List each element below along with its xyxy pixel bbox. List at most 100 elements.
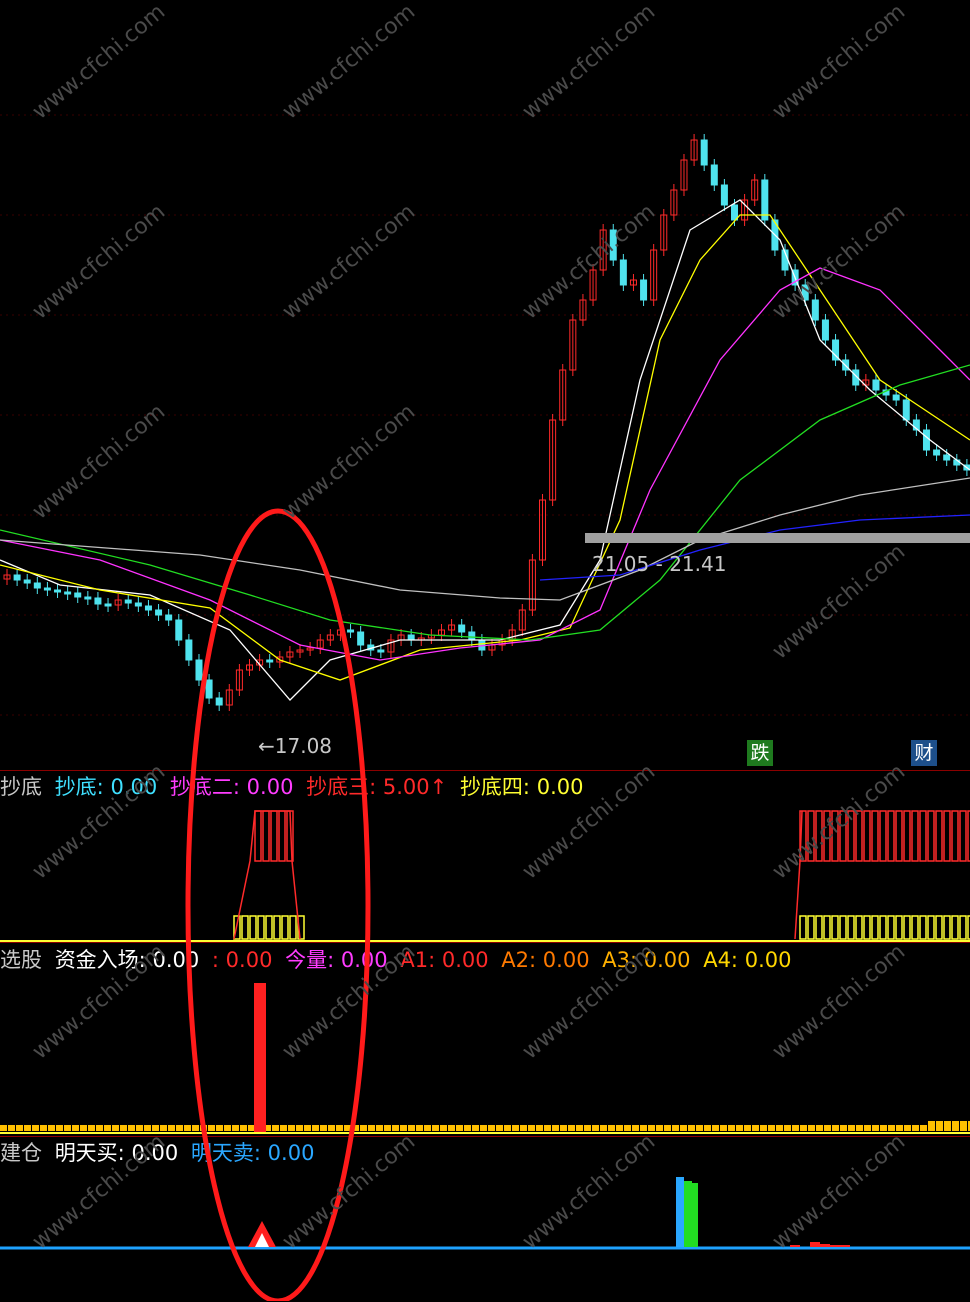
- chaodi-indicator-panel[interactable]: 抄底 抄底: 0.00 抄底二: 0.00 抄底三: 5.00↑ 抄底四: 0.…: [0, 770, 970, 943]
- volume-bar: [864, 1125, 871, 1131]
- volume-bar: [72, 1125, 79, 1131]
- xuangu-indicator-panel[interactable]: 选股 资金入场: 0.00 : 0.00 今量: 0.00 A1: 0.00 A…: [0, 942, 970, 1137]
- volume-bar: [584, 1125, 591, 1131]
- volume-bar: [80, 1125, 87, 1131]
- signal-bar: [847, 810, 855, 862]
- signal-bar: [863, 915, 871, 940]
- signal-bar: [919, 915, 927, 940]
- volume-bar: [952, 1121, 959, 1131]
- candle-body: [609, 229, 617, 261]
- signal-bar: [879, 915, 887, 940]
- capital-volume-histogram: [0, 983, 970, 1134]
- candle-body: [175, 619, 183, 641]
- signal-bar: [959, 915, 967, 940]
- candle-body: [458, 624, 466, 633]
- signal-bar: [855, 810, 863, 862]
- volume-bar: [872, 1125, 879, 1131]
- volume-bar: [800, 1125, 807, 1131]
- volume-bar: [408, 1125, 415, 1131]
- signal-bar: [262, 810, 270, 862]
- signal-bar: [249, 915, 257, 940]
- signal-bar: [879, 810, 887, 862]
- signal-bar: [951, 915, 959, 940]
- volume-bar: [808, 1125, 815, 1131]
- minor-bar: [810, 1242, 820, 1247]
- volume-bar: [120, 1125, 127, 1131]
- volume-bar: [424, 1125, 431, 1131]
- volume-bar: [920, 1125, 927, 1131]
- volume-bar: [136, 1125, 143, 1131]
- volume-bar: [552, 1125, 559, 1131]
- candle-body: [205, 679, 213, 699]
- volume-bar: [736, 1125, 743, 1131]
- signal-bar: [943, 915, 951, 940]
- volume-bar: [696, 1125, 703, 1131]
- signal-bar: [799, 915, 807, 940]
- candle-body: [43, 587, 51, 591]
- candle-body: [720, 184, 728, 206]
- signal-outline: [794, 810, 803, 940]
- volume-bar: [832, 1125, 839, 1131]
- volume-bar: [592, 1125, 599, 1131]
- event-tag-cai[interactable]: 财: [911, 740, 937, 766]
- minor-bar: [830, 1245, 840, 1247]
- volume-bar: [200, 1125, 207, 1131]
- volume-bar: [0, 1125, 7, 1131]
- candle-body: [54, 589, 62, 593]
- signal-bar: [863, 810, 871, 862]
- candle-body: [165, 614, 173, 621]
- volume-bar: [32, 1125, 39, 1131]
- event-tag-die[interactable]: 跌: [747, 740, 773, 766]
- volume-bar: [504, 1125, 511, 1131]
- volume-bar: [168, 1125, 175, 1131]
- candle-body: [640, 279, 648, 301]
- signal-bar: [911, 915, 919, 940]
- volume-bar: [624, 1125, 631, 1131]
- jiancang-indicator-panel[interactable]: 建仓 明天买: 0.00 明天卖: 0.00: [0, 1136, 970, 1302]
- volume-bar: [8, 1125, 15, 1131]
- main-price-chart[interactable]: ←17.08 21.05 - 21.41 跌 财: [0, 0, 970, 770]
- volume-bar: [792, 1125, 799, 1131]
- volume-bar: [240, 1125, 247, 1131]
- minor-bar: [840, 1245, 850, 1247]
- signal-bar: [815, 915, 823, 940]
- volume-bar: [712, 1125, 719, 1131]
- signal-bar: [839, 915, 847, 940]
- volume-bar: [536, 1125, 543, 1131]
- volume-bar: [384, 1125, 391, 1131]
- volume-bar: [392, 1125, 399, 1131]
- volume-peak-bar: [254, 983, 266, 1133]
- volume-bar: [40, 1125, 47, 1131]
- ma60-line: [0, 364, 970, 641]
- signal-bar: [943, 810, 951, 862]
- volume-bar: [352, 1125, 359, 1131]
- candlestick-chart: [0, 114, 970, 716]
- volume-bar: [152, 1125, 159, 1131]
- signal-bar: [871, 915, 879, 940]
- signal-bar: [935, 810, 943, 862]
- signal-bar: [281, 915, 289, 940]
- volume-bar: [176, 1125, 183, 1131]
- signal-bar: [823, 810, 831, 862]
- volume-bar: [520, 1125, 527, 1131]
- candle-body: [104, 603, 112, 607]
- signal-bar: [807, 810, 815, 862]
- candle-body: [185, 639, 193, 661]
- signal-bar: [895, 810, 903, 862]
- volume-bar: [688, 1125, 695, 1131]
- volume-bar: [544, 1125, 551, 1131]
- signal-bar: [823, 915, 831, 940]
- volume-bar: [448, 1125, 455, 1131]
- volume-bar: [848, 1125, 855, 1131]
- candle-body: [619, 259, 627, 286]
- volume-bar: [56, 1125, 63, 1131]
- volume-bar: [720, 1125, 727, 1131]
- volume-bar: [48, 1125, 55, 1131]
- volume-bar: [280, 1125, 287, 1131]
- volume-bar: [728, 1125, 735, 1131]
- chaodi-signal-bars: [0, 810, 970, 942]
- volume-bar: [472, 1125, 479, 1131]
- volume-bar: [512, 1125, 519, 1131]
- signal-bar: [887, 810, 895, 862]
- volume-bar: [944, 1121, 951, 1131]
